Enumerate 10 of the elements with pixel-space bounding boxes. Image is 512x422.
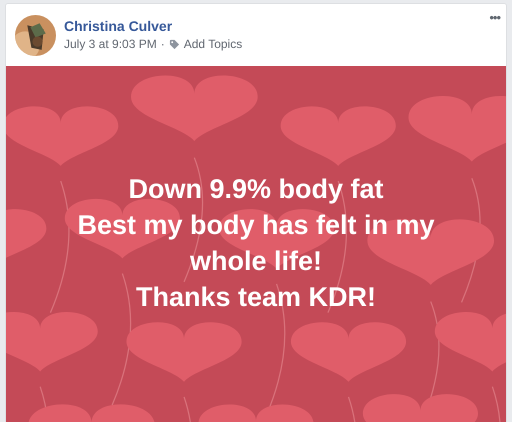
tag-icon — [168, 38, 180, 50]
add-topics-link[interactable]: Add Topics — [184, 37, 242, 51]
separator-dot: · — [160, 37, 165, 51]
author-name[interactable]: Christina Culver — [64, 18, 242, 34]
post-text-line: Down 9.9% body fat — [128, 173, 384, 206]
post-timestamp[interactable]: July 3 at 9:03 PM — [64, 37, 157, 51]
post-text-line: whole life! — [190, 245, 322, 278]
post-text-line: Best my body has felt in my — [77, 209, 435, 242]
post-text-line: Thanks team KDR! — [136, 281, 376, 314]
more-options-button[interactable]: ••• — [489, 10, 500, 25]
